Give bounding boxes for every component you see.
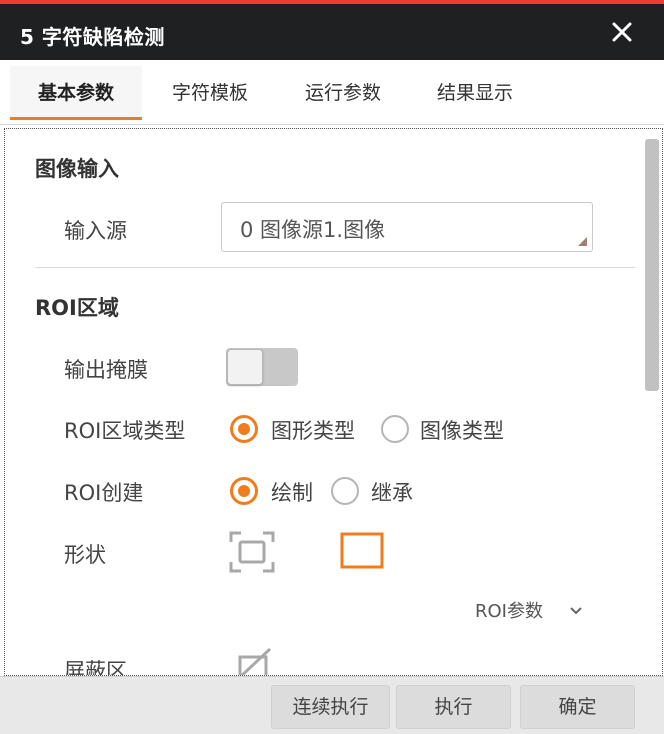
tab-basic-params[interactable]: 基本参数 — [10, 66, 142, 120]
shape-label: 形状 — [64, 543, 106, 567]
toggle-knob — [227, 349, 263, 385]
scrollbar-thumb[interactable] — [645, 139, 659, 391]
mask-erase-icon[interactable] — [234, 647, 274, 675]
radio-draw[interactable] — [230, 477, 258, 505]
tab-result-display[interactable]: 结果显示 — [410, 66, 540, 120]
roi-section-title: ROI区域 — [35, 296, 119, 320]
window-title: 5 字符缺陷检测 — [20, 25, 165, 49]
settings-panel: 图像输入 输入源 0 图像源1.图像 ROI区域 输出掩膜 ROI区域类型 图形… — [4, 128, 663, 676]
tab-char-template[interactable]: 字符模板 — [145, 66, 275, 120]
output-mask-toggle[interactable] — [226, 348, 298, 386]
draw-option-label[interactable]: 绘制 — [271, 477, 313, 507]
radio-shape-type[interactable] — [230, 415, 258, 443]
input-source-value: 0 图像源1.图像 — [240, 218, 386, 242]
close-icon[interactable] — [606, 16, 638, 48]
run-button[interactable]: 执行 — [396, 685, 511, 729]
input-source-select[interactable]: 0 图像源1.图像 — [221, 202, 593, 252]
output-mask-label: 输出掩膜 — [64, 358, 148, 382]
radio-image-type[interactable] — [381, 415, 409, 443]
roi-region-type-label: ROI区域类型 — [64, 419, 186, 443]
image-type-option-label[interactable]: 图像类型 — [420, 415, 504, 445]
roi-params-link[interactable]: ROI参数 — [475, 597, 543, 623]
continuous-run-button[interactable]: 连续执行 — [271, 685, 390, 729]
section-divider — [35, 267, 635, 268]
inherit-option-label[interactable]: 继承 — [371, 477, 413, 507]
shape-type-option-label[interactable]: 图形类型 — [271, 415, 355, 445]
title-bar: 5 字符缺陷检测 — [0, 4, 664, 60]
confirm-button[interactable]: 确定 — [520, 685, 635, 729]
fullscreen-frame-icon[interactable] — [228, 530, 276, 578]
footer-bar: 连续执行 执行 确定 — [0, 676, 664, 734]
tab-run-params[interactable]: 运行参数 — [278, 66, 408, 120]
dropdown-corner-icon — [578, 237, 587, 246]
radio-inherit[interactable] — [331, 477, 359, 505]
rectangle-icon[interactable] — [340, 532, 384, 574]
chevron-down-icon[interactable] — [569, 601, 583, 620]
roi-create-label: ROI创建 — [64, 481, 144, 505]
mask-area-label: 屏蔽区 — [64, 659, 127, 676]
input-source-label: 输入源 — [64, 219, 127, 243]
tab-bar: 基本参数 字符模板 运行参数 结果显示 — [0, 60, 664, 125]
image-input-section-title: 图像输入 — [35, 157, 119, 181]
